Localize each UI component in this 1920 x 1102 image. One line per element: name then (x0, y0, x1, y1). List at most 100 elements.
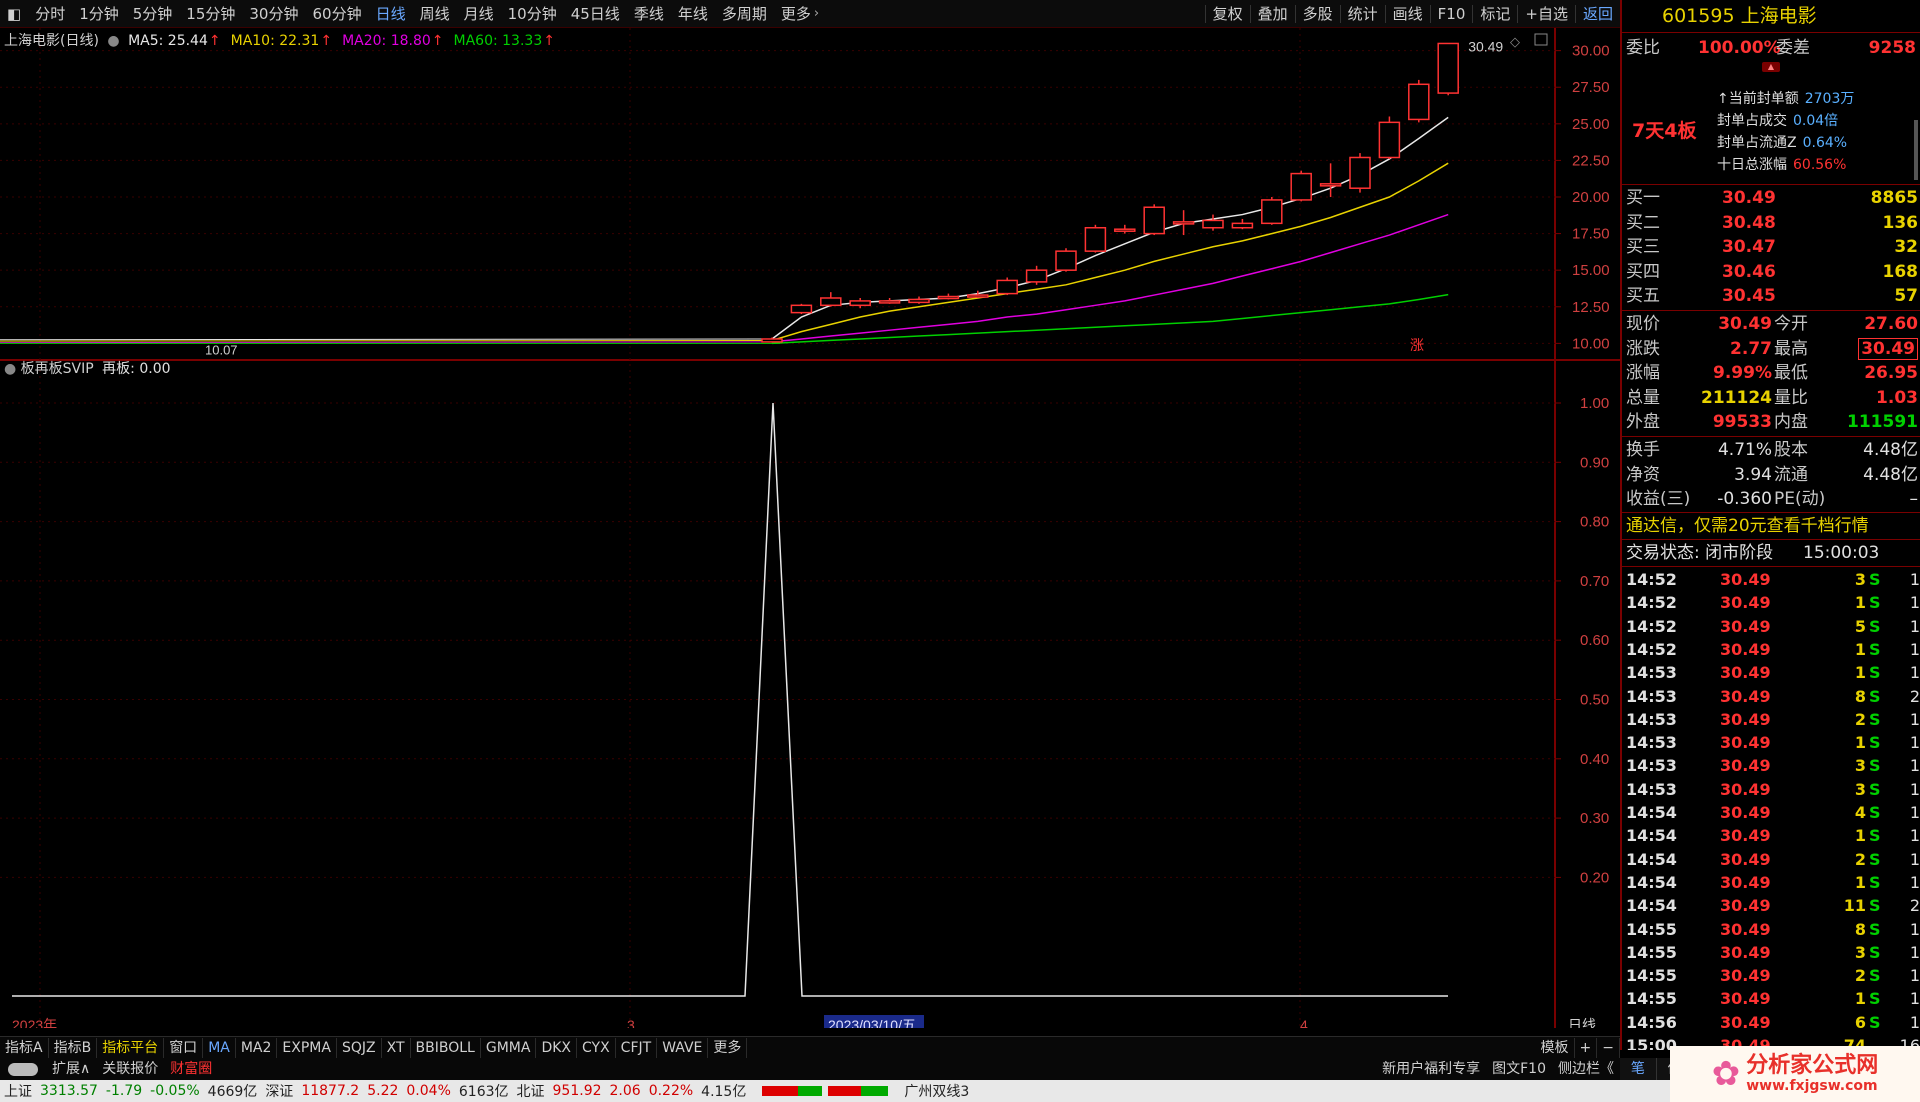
tick-price: 30.49 (1720, 803, 1771, 822)
period-tab-3[interactable]: 15分钟 (179, 0, 242, 28)
tick-side: S (1869, 756, 1881, 776)
tick-side: S (1869, 709, 1881, 729)
stat-label: 涨跌 (1626, 338, 1660, 359)
tick-volume: 8 (1854, 919, 1866, 939)
period-tab-1[interactable]: 1分钟 (72, 0, 126, 28)
collapse-icon[interactable]: ● (4, 361, 16, 377)
tick-list[interactable]: 14:52 30.49 3 S 1 14:52 30.49 1 S 1 14:52 30.49 5 S 1 1… (1622, 568, 1920, 1050)
ext-right-2[interactable]: 侧边栏《 (1552, 1059, 1620, 1079)
period-tab-2[interactable]: 5分钟 (126, 0, 180, 28)
indicator-tab-8[interactable]: XT (382, 1037, 411, 1058)
more-chevron-icon[interactable]: › (814, 6, 819, 21)
period-tab-7[interactable]: 周线 (413, 0, 457, 28)
toolbar-right-3[interactable]: 统计 (1341, 0, 1385, 28)
candle-8 (996, 277, 1018, 296)
indicator-tab-9[interactable]: BBIBOLL (411, 1037, 481, 1058)
ext-tab-2[interactable]: 财富圈 (164, 1059, 218, 1079)
promo-link[interactable]: 通达信，仅需20元查看千档行情 (1622, 514, 1920, 538)
toolbar-right-2[interactable]: 多股 (1296, 0, 1340, 28)
period-tab-9[interactable]: 10分钟 (501, 0, 564, 28)
indicator-tab-5[interactable]: MA2 (236, 1037, 278, 1058)
tick-price: 30.49 (1720, 686, 1771, 706)
template-btn-2[interactable]: − (1597, 1037, 1620, 1058)
tick-count: 1 (1909, 733, 1920, 753)
toggle-switch-icon[interactable] (8, 1062, 38, 1076)
seal-info-label: 十日总涨幅 (1717, 157, 1787, 173)
window-menu-icon[interactable]: ◧ (0, 0, 28, 28)
indicator-tab-12[interactable]: CYX (577, 1037, 616, 1058)
tick-time: 14:54 (1626, 872, 1677, 892)
bid-row-2[interactable]: 买三 30.47 32 (1622, 235, 1920, 259)
seal-info-row-2: 封单占流通Z 0.64% (1717, 132, 1917, 154)
expand-arrow-icon[interactable]: ▲ (1762, 62, 1780, 72)
toolbar-right-1[interactable]: 叠加 (1251, 0, 1295, 28)
period-tab-11[interactable]: 季线 (627, 0, 671, 28)
indicator-tab-11[interactable]: DKX (536, 1037, 577, 1058)
panel-toggle-icon (1534, 33, 1548, 46)
indicator-tab-15[interactable]: 更多 (708, 1037, 748, 1058)
period-tab-5[interactable]: 60分钟 (305, 0, 368, 28)
period-tab-14[interactable]: 更多 (774, 0, 818, 28)
candle-11 (1084, 224, 1107, 253)
indicator-tab-0[interactable]: 指标A (0, 1037, 49, 1058)
promo-text[interactable]: 通达信，仅需20元查看千档行情 (1626, 514, 1869, 538)
collapse-icon[interactable]: ● (107, 33, 119, 49)
seal-info-value: 0.04倍 (1793, 113, 1839, 129)
tick-count: 2 (1909, 896, 1920, 916)
toolbar-right-4[interactable]: 画线 (1386, 0, 1430, 28)
tick-side: S (1869, 896, 1881, 916)
indicator-tab-14[interactable]: WAVE (657, 1037, 709, 1058)
status-item-7: 5.22 (367, 1083, 399, 1099)
indicator-line (12, 402, 1448, 997)
candle-2 (820, 292, 842, 307)
tick-volume: 3 (1854, 779, 1866, 799)
ext-right-1[interactable]: 图文F10 (1486, 1059, 1552, 1079)
bid-row-4[interactable]: 买五 30.45 57 (1622, 284, 1920, 308)
toolbar-right-7[interactable]: +自选 (1518, 0, 1575, 28)
ma-legend-1: MA10: 22.31↑ (230, 33, 333, 49)
toolbar-right-5[interactable]: F10 (1431, 0, 1473, 28)
template-btn-0[interactable]: 模板 (1536, 1037, 1575, 1058)
indicator-tab-4[interactable]: MA (203, 1037, 236, 1058)
indicator-tab-7[interactable]: SQJZ (337, 1037, 382, 1058)
indicator-tab-10[interactable]: GMMA (481, 1037, 537, 1058)
kline-chart[interactable]: 30.00 27.50 25.00 22.50 20.00 17.50 15.00 12.50… (0, 28, 1620, 1028)
candle-body-19 (1319, 183, 1342, 187)
tick-volume: 6 (1854, 1012, 1866, 1032)
stat-row-3: 总量 211124 量比 1.03 (1622, 386, 1920, 410)
period-tab-0[interactable]: 分时 (28, 0, 72, 28)
bid-row-0[interactable]: 买一 30.49 8865 (1622, 186, 1920, 210)
x-label-year: 2023年 (12, 1017, 57, 1028)
bid-row-3[interactable]: 买四 30.46 168 (1622, 260, 1920, 284)
info-scrollbar[interactable] (1914, 120, 1918, 180)
period-tab-13[interactable]: 多周期 (715, 0, 774, 28)
tick-tab-0[interactable]: 笔 (1620, 1058, 1657, 1080)
template-btn-1[interactable]: + (1575, 1037, 1598, 1058)
toolbar-right-8[interactable]: 返回 (1576, 0, 1620, 28)
indicator-tab-3[interactable]: 窗口 (164, 1037, 204, 1058)
indicator-tab-13[interactable]: CFJT (616, 1037, 658, 1058)
period-tab-12[interactable]: 年线 (671, 0, 715, 28)
candle-body-20 (1349, 156, 1371, 189)
bid-row-1[interactable]: 买二 30.48 136 (1622, 211, 1920, 235)
breadth-bar-right (828, 1086, 889, 1096)
stat2-value-2: 4.48亿 (1863, 440, 1918, 460)
indicator-tab-2[interactable]: 指标平台 (97, 1037, 165, 1058)
tick-row-0: 14:52 30.49 3 S 1 (1622, 568, 1920, 591)
period-tab-10[interactable]: 45日线 (564, 0, 627, 28)
toolbar-right-6[interactable]: 标记 (1473, 0, 1517, 28)
status-item-10: 北证 (516, 1084, 545, 1100)
ext-tab-1[interactable]: 关联报价 (96, 1059, 164, 1079)
period-tab-6[interactable]: 日线 (369, 0, 413, 28)
indicator-tab-1[interactable]: 指标B (49, 1037, 98, 1058)
candle-6 (937, 293, 960, 300)
indicator-tab-6[interactable]: EXPMA (277, 1037, 337, 1058)
ext-right-0[interactable]: 新用户福利专享 (1376, 1059, 1486, 1079)
tick-side: S (1869, 942, 1881, 962)
ext-tab-0[interactable]: 扩展∧ (46, 1059, 96, 1079)
y-tick-label-0: 30.00 (1572, 43, 1610, 60)
toolbar-right-0[interactable]: 复权 (1206, 0, 1250, 28)
period-tab-8[interactable]: 月线 (457, 0, 501, 28)
period-tab-4[interactable]: 30分钟 (242, 0, 305, 28)
tick-row-14: 14:54 30.49 11 S 2 (1622, 894, 1920, 917)
